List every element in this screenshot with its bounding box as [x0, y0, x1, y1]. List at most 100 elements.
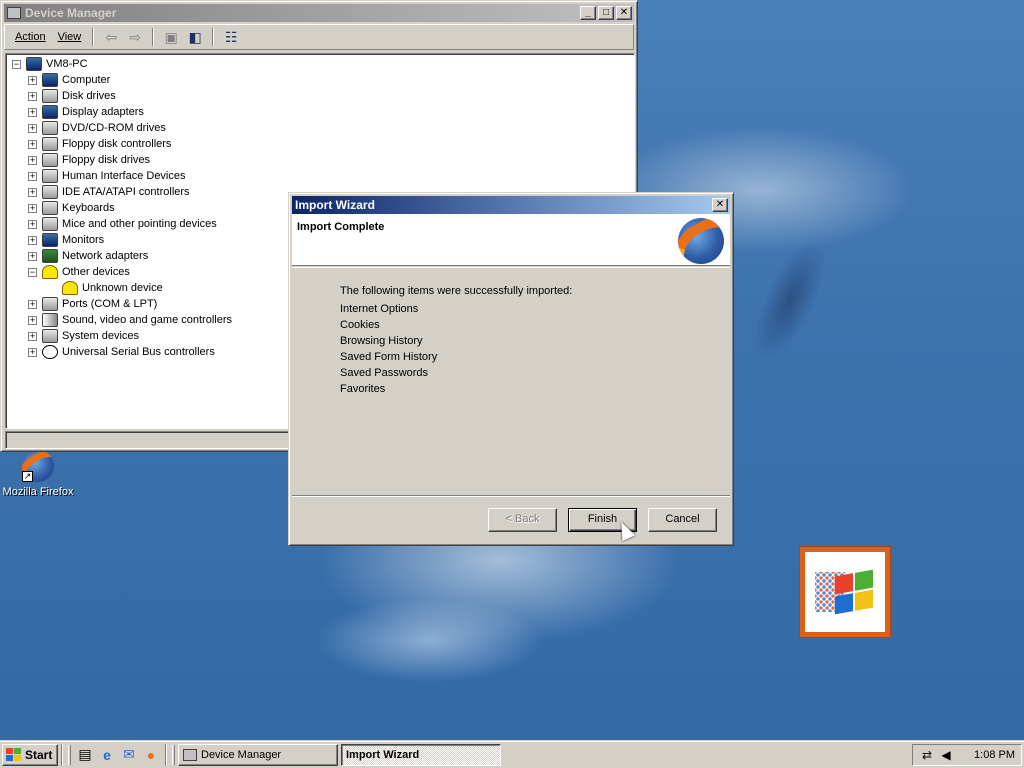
expand-toggle[interactable]: + [28, 235, 37, 245]
display-adapter-icon [42, 105, 58, 119]
floppy-drive-icon [42, 153, 58, 167]
dialog-title: Import Wizard [295, 198, 375, 212]
imported-item: Browsing History [340, 335, 423, 347]
tree-root[interactable]: − VM8-PC [12, 56, 634, 72]
show-hide-tree-icon[interactable]: ◧ [185, 28, 205, 46]
expand-toggle[interactable]: + [28, 315, 37, 325]
windows-flag-icon [6, 747, 22, 762]
import-summary-text: The following items were successfully im… [340, 285, 573, 297]
tree-item-label: Keyboards [62, 202, 115, 214]
expand-toggle[interactable]: + [28, 331, 37, 341]
tree-item-label: Other devices [62, 266, 130, 278]
maximize-button[interactable]: □ [598, 6, 614, 20]
desktop-icon-firefox[interactable]: ↗ Mozilla Firefox [2, 450, 74, 498]
network-icon[interactable]: ⇄ [919, 747, 935, 763]
desktop-icon-label: Mozilla Firefox [2, 486, 74, 498]
windows-logo [800, 547, 890, 637]
toolbar-separator [92, 28, 95, 46]
tree-item-label: Computer [62, 74, 111, 86]
collapse-toggle[interactable]: − [12, 59, 21, 69]
tree-item-label: System devices [62, 330, 140, 342]
start-label: Start [25, 747, 53, 762]
clock[interactable]: 1:08 PM [974, 749, 1015, 761]
computer-icon [26, 57, 42, 71]
tree-item-label: Human Interface Devices [62, 170, 186, 182]
ide-controller-icon [42, 185, 58, 199]
tree-item-label: Monitors [62, 234, 105, 246]
expand-toggle[interactable]: + [28, 91, 37, 101]
device-manager-titlebar[interactable]: Device Manager _ □ ✕ [4, 4, 634, 22]
monitor-icon [42, 233, 58, 247]
expand-toggle[interactable]: + [28, 139, 37, 149]
other-devices-icon [42, 265, 58, 279]
volume-icon[interactable]: ◀ [938, 747, 954, 763]
system-devices-icon [42, 329, 58, 343]
cancel-button[interactable]: Cancel [648, 508, 717, 532]
expand-toggle[interactable]: + [28, 347, 37, 357]
expand-toggle[interactable]: + [28, 171, 37, 181]
firefox-icon: ↗ [22, 450, 54, 482]
taskbar: Start ▤ e ✉ ● Device Manager Import Wiza… [0, 740, 1024, 768]
firefox-quicklaunch-icon[interactable]: ● [141, 745, 161, 765]
menu-view[interactable]: View [52, 29, 88, 45]
expand-toggle[interactable]: + [28, 299, 37, 309]
tree-item[interactable]: + Display adapters [28, 104, 634, 120]
import-wizard-dialog: Import Wizard ✕ Import Complete The foll… [288, 192, 734, 546]
wizard-header: Import Complete [292, 214, 730, 266]
expand-toggle[interactable]: + [28, 75, 37, 85]
tree-item-label: Unknown device [82, 282, 163, 294]
tree-root-label: VM8-PC [46, 58, 88, 70]
tree-item-label: Display adapters [62, 106, 144, 118]
imported-item: Cookies [340, 319, 380, 331]
imported-item: Favorites [340, 383, 386, 395]
import-wizard-titlebar[interactable]: Import Wizard ✕ [292, 196, 730, 214]
tree-item[interactable]: + Floppy disk drives [28, 152, 634, 168]
close-button[interactable]: ✕ [712, 198, 728, 212]
imported-item: Internet Options [340, 303, 419, 315]
tree-item-label: IDE ATA/ATAPI controllers [62, 186, 190, 198]
menu-toolbar: Action View ⇦ ⇨ ▣ ◧ ☷ [4, 24, 634, 50]
tree-item-label: Sound, video and game controllers [62, 314, 232, 326]
tree-item[interactable]: + Floppy disk controllers [28, 136, 634, 152]
back-button[interactable]: < Back [488, 508, 557, 532]
device-manager-icon [7, 7, 21, 19]
taskbar-item-import-wizard[interactable]: Import Wizard [341, 743, 501, 766]
outlook-express-icon[interactable]: ✉ [119, 745, 139, 765]
start-button[interactable]: Start [2, 743, 58, 766]
tree-item-label: Universal Serial Bus controllers [62, 346, 215, 358]
expand-toggle[interactable]: + [28, 203, 37, 213]
imported-item: Saved Form History [340, 351, 438, 363]
expand-toggle[interactable]: + [28, 251, 37, 261]
task-label: Import Wizard [346, 748, 420, 761]
tree-item[interactable]: + Human Interface Devices [28, 168, 634, 184]
tree-item-label: DVD/CD-ROM drives [62, 122, 166, 134]
forward-arrow-icon[interactable]: ⇨ [125, 28, 145, 46]
disk-drive-icon [42, 89, 58, 103]
minimize-button[interactable]: _ [580, 6, 596, 20]
hid-icon [42, 169, 58, 183]
internet-explorer-icon[interactable]: e [97, 745, 117, 765]
tree-item-label: Mice and other pointing devices [62, 218, 217, 230]
toolbar-separator [152, 28, 155, 46]
wizard-heading: Import Complete [297, 221, 385, 233]
tree-item[interactable]: + DVD/CD-ROM drives [28, 120, 634, 136]
shortcut-arrow-icon: ↗ [22, 471, 33, 482]
properties-help-icon[interactable]: ☷ [221, 28, 241, 46]
expand-toggle[interactable]: + [28, 187, 37, 197]
tree-item-label: Floppy disk controllers [62, 138, 172, 150]
expand-toggle[interactable]: + [28, 155, 37, 165]
expand-toggle[interactable]: + [28, 107, 37, 117]
tree-item[interactable]: + Disk drives [28, 88, 634, 104]
tree-item[interactable]: + Computer [28, 72, 634, 88]
expand-toggle[interactable]: + [28, 219, 37, 229]
imported-item: Saved Passwords [340, 367, 429, 379]
menu-action[interactable]: Action [9, 29, 52, 45]
close-button[interactable]: ✕ [616, 6, 632, 20]
expand-toggle[interactable]: + [28, 123, 37, 133]
sound-icon [42, 313, 58, 327]
taskbar-item-device-manager[interactable]: Device Manager [178, 743, 338, 766]
back-arrow-icon[interactable]: ⇦ [101, 28, 121, 46]
show-desktop-icon[interactable]: ▤ [75, 745, 95, 765]
collapse-toggle[interactable]: − [28, 267, 37, 277]
up-folder-icon[interactable]: ▣ [161, 28, 181, 46]
